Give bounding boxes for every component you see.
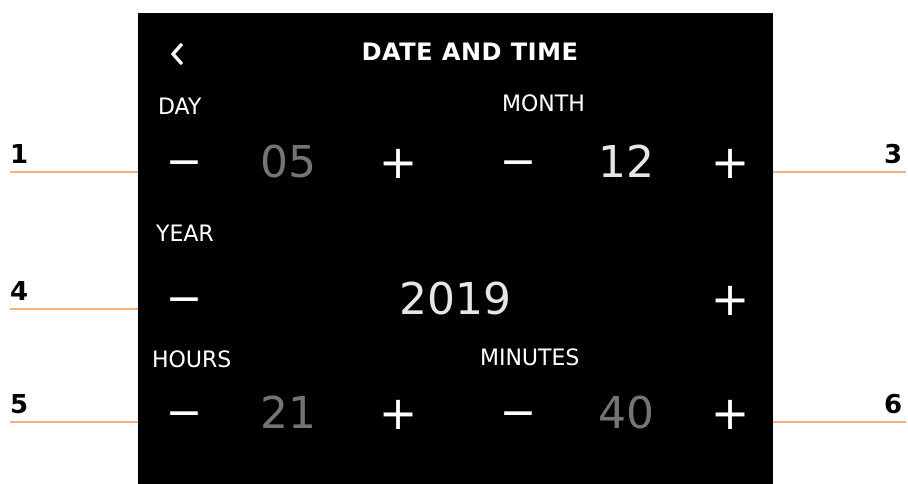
- minutes-label: MINUTES: [480, 346, 580, 371]
- year-decrement-button[interactable]: −: [160, 276, 208, 324]
- month-increment-button[interactable]: +: [706, 139, 754, 187]
- month-label: MONTH: [502, 92, 585, 117]
- hours-value: 21: [260, 388, 316, 439]
- chevron-left-icon: [171, 43, 183, 65]
- back-button[interactable]: [165, 36, 189, 72]
- minutes-decrement-button[interactable]: −: [494, 390, 542, 438]
- callout-number-1: 1: [9, 140, 29, 170]
- day-decrement-button[interactable]: −: [160, 139, 208, 187]
- callout-number-6: 6: [883, 390, 903, 420]
- minutes-value: 40: [598, 388, 654, 439]
- callout-number-3: 3: [883, 140, 903, 170]
- minutes-increment-button[interactable]: +: [706, 390, 754, 438]
- day-label: DAY: [158, 95, 202, 120]
- hours-increment-button[interactable]: +: [374, 390, 422, 438]
- month-decrement-button[interactable]: −: [494, 139, 542, 187]
- page-title: DATE AND TIME: [361, 38, 579, 66]
- year-value: 2019: [399, 274, 511, 325]
- callout-number-4: 4: [9, 277, 29, 307]
- year-label: YEAR: [156, 222, 214, 247]
- callout-number-5: 5: [9, 390, 29, 420]
- month-value: 12: [598, 137, 654, 188]
- hours-decrement-button[interactable]: −: [160, 390, 208, 438]
- day-value: 05: [260, 137, 316, 188]
- year-increment-button[interactable]: +: [706, 276, 754, 324]
- manual-figure: 1 3 4 5 6 DATE AND TIME DAY − 05 + MONTH…: [0, 0, 908, 484]
- device-screen: [138, 13, 773, 484]
- hours-label: HOURS: [152, 348, 232, 373]
- day-increment-button[interactable]: +: [374, 139, 422, 187]
